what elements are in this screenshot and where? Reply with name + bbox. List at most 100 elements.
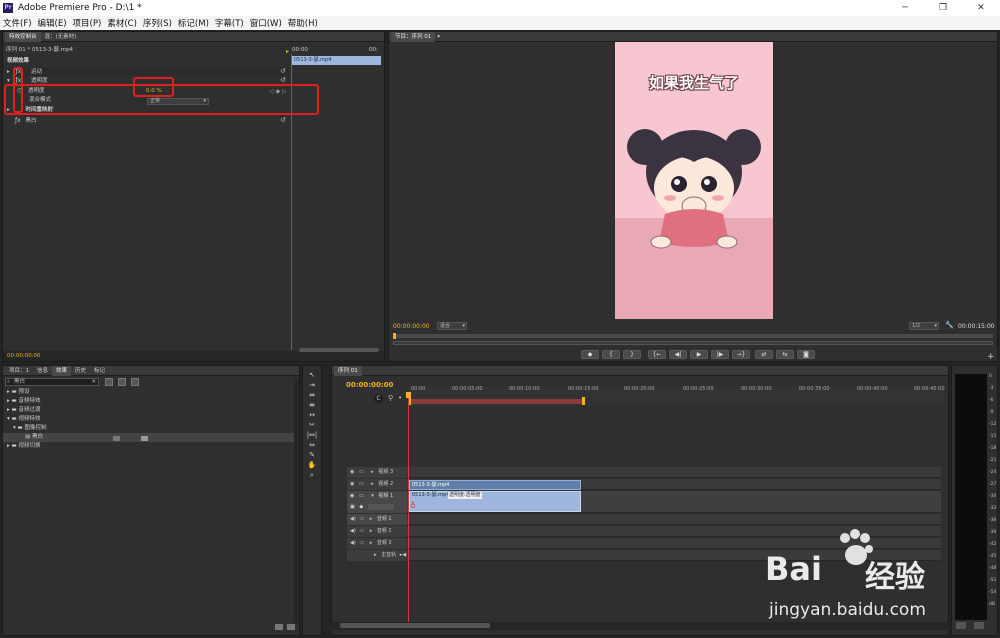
fx-toggle-icon[interactable]: ƒx — [15, 117, 21, 124]
effects-scrollbar[interactable] — [294, 378, 299, 623]
program-playhead[interactable] — [393, 333, 396, 339]
clip-video-2[interactable]: 0513-3-瑟.mp4 — [409, 480, 581, 490]
opacity-keyframe-icon[interactable]: ♁ — [410, 501, 416, 511]
reset-opacity-icon[interactable]: ↺ — [280, 76, 286, 84]
menu-sequence[interactable]: 序列(S) — [140, 17, 175, 29]
program-time-ruler[interactable] — [393, 334, 993, 338]
go-to-out-button[interactable]: →} — [732, 350, 750, 359]
ripple-edit-tool-icon[interactable]: ⇹ — [306, 391, 318, 400]
add-marker-button[interactable]: ◆ — [581, 350, 599, 359]
lock-icon[interactable]: ▭ — [359, 493, 364, 499]
reset-motion-icon[interactable]: ↺ — [280, 67, 286, 75]
expand-arrow-icon[interactable]: ▸ — [370, 540, 373, 546]
maximize-button[interactable]: ❐ — [924, 0, 962, 16]
speaker-icon[interactable]: ◀) — [350, 516, 356, 522]
tab-project[interactable]: 项目：1 — [5, 366, 33, 376]
tab-effect-controls[interactable]: 特效控制台 — [5, 31, 41, 42]
lock-icon[interactable]: ▭ — [359, 540, 364, 546]
menu-window[interactable]: 窗口(W) — [247, 17, 285, 29]
button-editor-plus[interactable]: + — [987, 352, 995, 362]
menu-clip[interactable]: 素材(C) — [104, 17, 140, 29]
mark-out-button[interactable]: } — [623, 350, 641, 359]
keyframe-toggle-icon[interactable]: ◆ — [359, 504, 363, 510]
program-timecode-left[interactable]: 00:00:00:00 — [393, 322, 430, 331]
speaker-icon[interactable]: ◀) — [350, 528, 356, 534]
menu-title[interactable]: 字幕(T) — [212, 17, 247, 29]
track-video-3[interactable]: ◉ ▭ ▸ 视频 3 — [347, 467, 941, 478]
effect-black-white-row[interactable]: ƒx 黑白 — [5, 116, 290, 125]
new-bin-icon[interactable] — [275, 624, 283, 630]
wrench-icon[interactable]: 🔧 — [945, 321, 954, 329]
lock-icon[interactable]: ▭ — [359, 516, 364, 522]
eye-icon[interactable]: ◉ — [350, 493, 354, 499]
pen-tool-icon[interactable]: ✎ — [306, 451, 318, 460]
32bit-effects-icon[interactable] — [118, 378, 126, 386]
effect-timecode[interactable]: 00:00:00:00 — [7, 352, 41, 361]
step-forward-button[interactable]: |▶ — [711, 350, 729, 359]
speaker-icon[interactable]: ◀) — [350, 540, 356, 546]
lift-button[interactable]: ⇄ — [755, 350, 773, 359]
expand-open-arrow-icon[interactable]: ▾ — [371, 493, 374, 499]
tab-program[interactable]: 节目：序列 01 — [391, 31, 436, 42]
effects-tree-item[interactable]: ▸ ▬ 视频切换 — [7, 442, 40, 451]
tab-sequence[interactable]: 序列 01 — [334, 365, 362, 376]
lock-icon[interactable]: ▭ — [359, 469, 364, 475]
minimize-button[interactable]: ─ — [886, 0, 924, 16]
menu-marker[interactable]: 标记(M) — [175, 17, 212, 29]
timeline-timecode[interactable]: 00:00:00:00 — [346, 380, 393, 390]
play-button[interactable]: ▶ — [690, 350, 708, 359]
work-area-bar[interactable] — [408, 399, 584, 404]
tab-history[interactable]: 历史 — [71, 366, 90, 376]
step-back-button[interactable]: ◀| — [669, 350, 687, 359]
effect-zoom-scrollbar[interactable] — [299, 348, 379, 352]
menu-help[interactable]: 帮助(H) — [285, 17, 321, 29]
effects-tree-item[interactable]: ▸ ▬ 预设 — [7, 388, 29, 397]
tab-effects[interactable]: 效果 — [52, 365, 72, 376]
yuv-effects-icon[interactable] — [131, 378, 139, 386]
selection-tool-icon[interactable]: ↖ — [306, 371, 318, 380]
rolling-edit-tool-icon[interactable]: ⇼ — [306, 401, 318, 410]
accelerated-effects-icon[interactable] — [105, 378, 113, 386]
timeline-playhead-handle[interactable] — [406, 392, 411, 398]
fit-select[interactable]: 适合 ▾ — [437, 322, 467, 330]
keyframe-navigator[interactable] — [367, 503, 394, 510]
work-area-end-handle[interactable] — [582, 397, 585, 405]
clip-video-1[interactable]: 0513-3-瑟.mp4 透明度:透明度 ♁ — [409, 491, 581, 512]
effects-tree-item[interactable]: ▾ ▬ 图像控制 — [13, 424, 46, 433]
close-button[interactable]: ✕ — [962, 0, 1000, 16]
snap-icon[interactable]: C — [374, 394, 383, 403]
delete-icon[interactable] — [287, 624, 295, 630]
program-zoom-bar[interactable] — [393, 341, 993, 345]
track-select-tool-icon[interactable]: ⇥ — [306, 381, 318, 390]
clip-fx-badge[interactable]: 透明度:透明度 — [448, 492, 482, 499]
expand-arrow-icon[interactable]: ▸ — [370, 528, 373, 534]
track-audio-1[interactable]: ◀) ▭ ▸ 音频 1 — [347, 514, 941, 525]
expand-arrow-icon[interactable]: ▸ — [374, 552, 377, 558]
menu-file[interactable]: 文件(F) — [0, 17, 35, 29]
menu-edit[interactable]: 编辑(E) — [35, 17, 70, 29]
effect-motion-row[interactable]: ▸ ƒx 运动 — [5, 67, 290, 76]
zoom-tool-icon[interactable]: ⌕ — [306, 471, 318, 480]
chevron-down-icon[interactable]: ▾ — [437, 34, 440, 40]
lock-icon[interactable]: ▭ — [359, 528, 364, 534]
slip-tool-icon[interactable]: |↔| — [306, 431, 318, 440]
lock-icon[interactable]: ▭ — [359, 481, 364, 487]
clear-search-icon[interactable]: ✕ — [91, 379, 96, 385]
resolution-select[interactable]: 1/2 ▾ — [909, 322, 939, 330]
export-frame-button[interactable]: ◙ — [797, 350, 815, 359]
mark-in-button[interactable]: { — [602, 350, 620, 359]
eye-icon[interactable]: ◉ — [350, 469, 354, 475]
effects-tree-item[interactable]: ▾ ▬ 视频特效 — [7, 415, 40, 424]
sequence-marker-icon[interactable]: ⚲ — [388, 394, 393, 403]
reset-black-white-icon[interactable]: ↺ — [280, 116, 286, 124]
eye-icon[interactable]: ◉ — [350, 481, 354, 487]
hand-tool-icon[interactable]: ✋ — [306, 461, 318, 470]
effects-search-input[interactable]: ⌕ 黑白 ✕ — [5, 378, 99, 386]
extract-button[interactable]: ⇆ — [776, 350, 794, 359]
effects-tree-item-selected[interactable]: ▤ 黑白 — [3, 433, 299, 442]
rate-stretch-tool-icon[interactable]: ↔ — [306, 411, 318, 420]
timeline-zoom-scrollbar[interactable] — [340, 623, 490, 628]
timeline-playhead[interactable] — [408, 395, 409, 623]
tab-markers[interactable]: 标记 — [90, 366, 109, 376]
display-style-icon[interactable]: ▣ — [350, 504, 355, 510]
